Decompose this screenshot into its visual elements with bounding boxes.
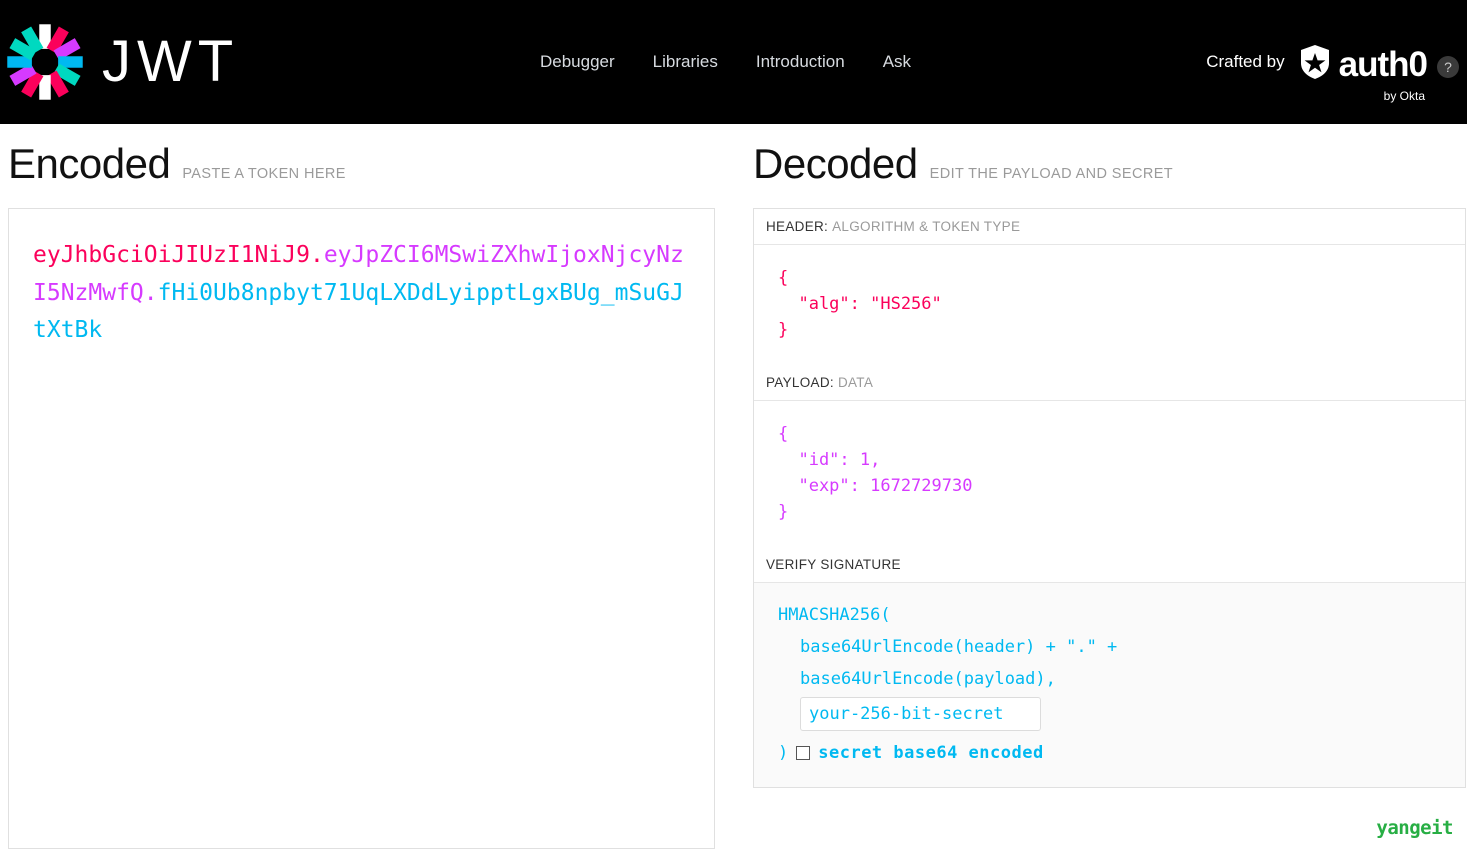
- decoded-heading: Decoded EDIT THE PAYLOAD AND SECRET: [753, 138, 1467, 190]
- jwt-token-text[interactable]: eyJhbGciOiJIUzI1NiJ9.eyJpZCI6MSwiZXhwIjo…: [33, 237, 690, 350]
- jwt-wordmark: JWT: [102, 29, 240, 94]
- payload-section-label: PAYLOAD: DATA: [754, 365, 1465, 401]
- closing-paren: ): [778, 743, 789, 763]
- encoded-column: Encoded PASTE A TOKEN HERE eyJhbGciOiJIU…: [0, 138, 745, 849]
- signature-label-key: VERIFY SIGNATURE: [766, 557, 901, 572]
- header-json-editor[interactable]: { "alg": "HS256" }: [754, 245, 1465, 365]
- main-nav: Debugger Libraries Introduction Ask: [540, 50, 911, 74]
- verify-signature-body: HMACSHA256( base64UrlEncode(header) + ".…: [754, 583, 1465, 787]
- brand-logo-link[interactable]: JWT: [0, 20, 239, 104]
- nav-item-introduction[interactable]: Introduction: [756, 50, 845, 74]
- main-content: Encoded PASTE A TOKEN HERE eyJhbGciOiJIU…: [0, 124, 1467, 849]
- header-section-label: HEADER: ALGORITHM & TOKEN TYPE: [754, 209, 1465, 245]
- secret-input[interactable]: [800, 697, 1041, 731]
- by-okta-label: by Okta: [1383, 89, 1425, 103]
- decoded-title: Decoded: [753, 140, 918, 187]
- auth0-wordmark: auth0: [1338, 44, 1428, 84]
- token-header-segment: eyJhbGciOiJIUzI1NiJ9: [33, 242, 310, 268]
- signature-footer-row: ) secret base64 encoded: [778, 737, 1441, 769]
- signature-line-3: base64UrlEncode(payload),: [800, 669, 1056, 689]
- crafted-by-block: Crafted by auth0 by Okta ?: [1206, 42, 1459, 103]
- yangeit-watermark: yangeit: [1376, 817, 1453, 839]
- encoded-title: Encoded: [8, 140, 171, 187]
- secret-base64-checkbox[interactable]: [796, 746, 811, 760]
- decoded-panel: HEADER: ALGORITHM & TOKEN TYPE { "alg": "…: [753, 208, 1466, 788]
- nav-item-debugger[interactable]: Debugger: [540, 50, 615, 74]
- header-label-value: ALGORITHM & TOKEN TYPE: [832, 219, 1021, 234]
- top-navigation-bar: JWT Debugger Libraries Introduction Ask …: [0, 0, 1467, 124]
- decoded-column: Decoded EDIT THE PAYLOAD AND SECRET HEAD…: [745, 138, 1467, 849]
- signature-section-label: VERIFY SIGNATURE: [754, 547, 1465, 583]
- encoded-token-input[interactable]: eyJhbGciOiJIUzI1NiJ9.eyJpZCI6MSwiZXhwIjo…: [8, 208, 715, 849]
- payload-label-key: PAYLOAD:: [766, 375, 834, 390]
- secret-base64-label[interactable]: secret base64 encoded: [818, 737, 1043, 769]
- crafted-by-label: Crafted by: [1206, 52, 1285, 71]
- token-separator-2: .: [143, 279, 158, 306]
- jwt-starburst-logo-icon: [4, 20, 86, 104]
- question-mark-icon[interactable]: ?: [1437, 56, 1459, 78]
- header-label-key: HEADER:: [766, 219, 829, 234]
- nav-item-libraries[interactable]: Libraries: [653, 50, 718, 74]
- auth0-logo-link[interactable]: auth0 by Okta: [1295, 42, 1428, 103]
- signature-line-1: HMACSHA256(: [778, 605, 891, 625]
- encoded-hint: PASTE A TOKEN HERE: [182, 166, 346, 182]
- token-separator-1: .: [309, 242, 324, 268]
- auth0-shield-icon: [1295, 42, 1335, 87]
- signature-line-2: base64UrlEncode(header) + "." +: [800, 637, 1118, 657]
- payload-json-editor[interactable]: { "id": 1, "exp": 1672729730 }: [754, 401, 1465, 547]
- payload-label-value: DATA: [837, 375, 874, 390]
- decoded-hint: EDIT THE PAYLOAD AND SECRET: [929, 166, 1174, 182]
- nav-item-ask[interactable]: Ask: [883, 50, 911, 74]
- encoded-heading: Encoded PASTE A TOKEN HERE: [8, 138, 745, 190]
